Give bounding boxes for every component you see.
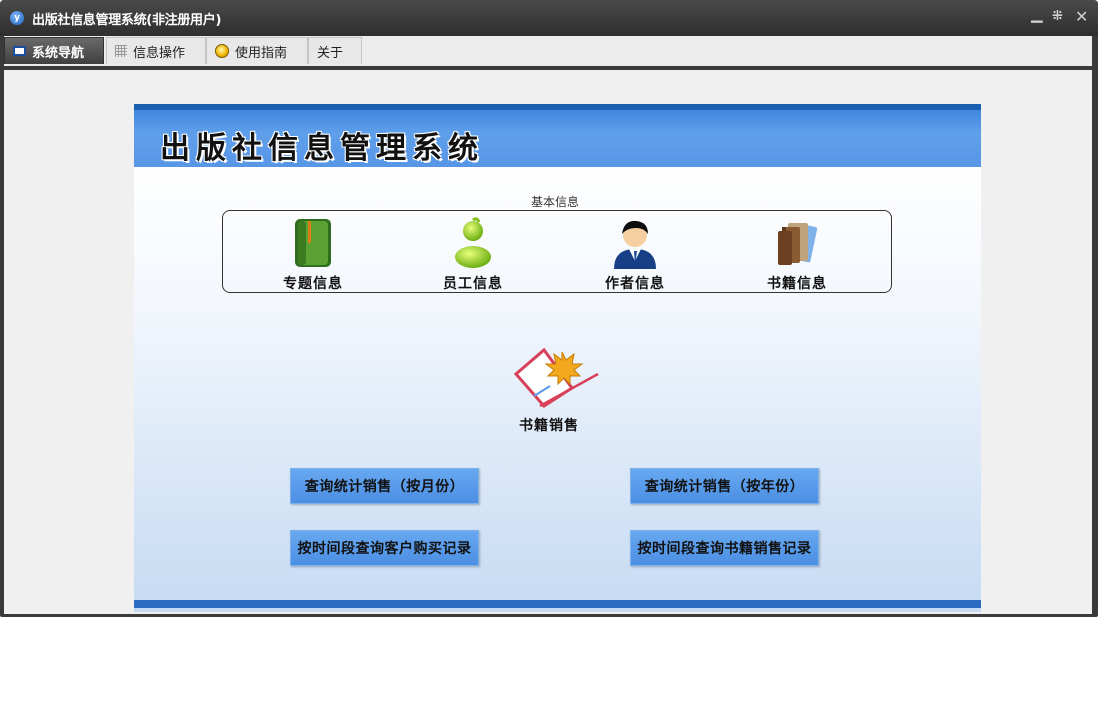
tab-label: 使用指南 [235, 45, 288, 61]
query-book-sales-by-period-button[interactable]: 按时间段查询书籍销售记录 [630, 530, 819, 566]
tab-label: 关于 [317, 45, 344, 61]
restore-icon[interactable]: ⁜ [1052, 9, 1063, 24]
tab-label: 系统导航 [32, 45, 85, 61]
book-info-label: 书籍信息 [767, 276, 827, 292]
tab-user-guide[interactable]: 使用指南 [206, 37, 308, 64]
title-bar[interactable]: y 出版社信息管理系统(非注册用户) ▁ ⁜ ✕ [0, 0, 1098, 36]
tab-about[interactable]: 关于 [308, 37, 362, 64]
panel-title: 出版社信息管理系统 [160, 131, 484, 166]
books-stack-icon [778, 223, 818, 265]
green-book-icon [295, 219, 331, 267]
minimize-icon[interactable]: ▁ [1031, 5, 1043, 23]
green-person-icon [455, 217, 491, 268]
tab-info-operations[interactable]: 信息操作 [106, 37, 206, 64]
app-window: y 出版社信息管理系统(非注册用户) ▁ ⁜ ✕ 系统导航 信息操作 使用指南 … [0, 0, 1098, 617]
basic-info-caption: 基本信息 [531, 195, 580, 209]
tab-label: 信息操作 [133, 45, 186, 61]
navigation-panel: 出版社信息管理系统 基本信息 专题信息 员工信息 作者信息 书籍信息 书籍销售 … [134, 104, 981, 612]
panel-bottom-divider [134, 600, 981, 608]
author-info-label: 作者信息 [605, 276, 665, 292]
tab-bar: 系统导航 信息操作 使用指南 关于 [4, 36, 1092, 70]
book-sales-label: 书籍销售 [519, 418, 579, 434]
employee-info-link[interactable]: 员工信息 [423, 217, 523, 293]
query-sales-by-month-button[interactable]: 查询统计销售（按月份） [290, 468, 479, 504]
close-icon[interactable]: ✕ [1075, 7, 1088, 26]
query-customer-purchases-by-period-button[interactable]: 按时间段查询客户购买记录 [290, 530, 479, 566]
employee-info-label: 员工信息 [443, 276, 503, 292]
monitor-icon [13, 46, 26, 56]
grid-icon [115, 45, 127, 57]
author-info-link[interactable]: 作者信息 [585, 217, 685, 293]
app-logo-icon: y [10, 11, 24, 25]
topic-info-label: 专题信息 [283, 276, 343, 292]
content-area: 出版社信息管理系统 基本信息 专题信息 员工信息 作者信息 书籍信息 书籍销售 … [4, 70, 1092, 614]
basic-info-group: 专题信息 员工信息 作者信息 书籍信息 [222, 210, 892, 293]
lightbulb-icon [215, 44, 229, 58]
book-sales-link[interactable] [510, 340, 602, 414]
window-title: 出版社信息管理系统(非注册用户) [32, 13, 222, 28]
query-sales-by-year-button[interactable]: 查询统计销售（按年份） [630, 468, 819, 504]
panel-header: 出版社信息管理系统 [134, 110, 981, 167]
book-info-link[interactable]: 书籍信息 [747, 217, 847, 293]
topic-info-link[interactable]: 专题信息 [263, 217, 363, 293]
tab-system-navigation[interactable]: 系统导航 [4, 37, 104, 64]
businessman-icon [614, 220, 656, 269]
maple-leaf-book-icon [513, 347, 599, 408]
